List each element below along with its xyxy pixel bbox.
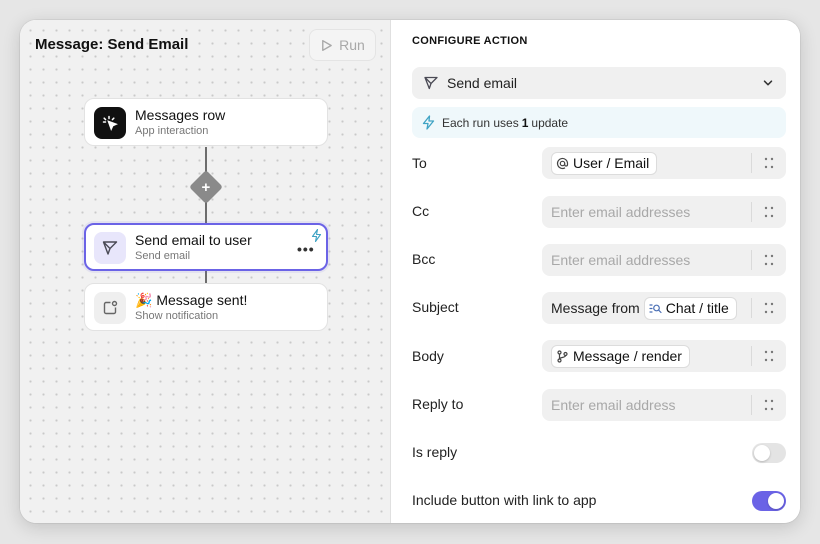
field-label-reply-to: Reply to	[412, 396, 464, 412]
cc-field[interactable]: Enter email addresses	[542, 196, 786, 228]
toggle-label-include-button: Include button with link to app	[412, 492, 597, 508]
usage-suffix: update	[531, 115, 569, 130]
search-list-icon	[649, 303, 662, 313]
subject-text: Message from	[551, 300, 640, 316]
run-button[interactable]: Run	[309, 29, 376, 61]
usage-info-bar: Each run uses 1 update	[412, 107, 786, 138]
include-button-toggle[interactable]	[752, 491, 786, 511]
drag-handle-icon[interactable]	[764, 302, 774, 314]
node-subtitle: Send email	[135, 250, 191, 262]
variable-pill[interactable]: Message / render	[551, 344, 690, 368]
page-title: Message: Send Email	[35, 36, 189, 53]
body-field[interactable]: Message / render	[542, 340, 786, 372]
usage-count: 1	[521, 115, 529, 130]
cc-placeholder: Enter email addresses	[551, 204, 691, 220]
workflow-canvas[interactable]: Message: Send Email Run + Messages row A…	[20, 20, 391, 523]
action-select-label: Send email	[447, 75, 518, 91]
reply-to-placeholder: Enter email address	[551, 397, 676, 413]
is-reply-toggle[interactable]	[752, 443, 786, 463]
node-subtitle: Show notification	[135, 310, 219, 322]
drag-handle-icon[interactable]	[764, 157, 774, 169]
to-field[interactable]: User / Email	[542, 147, 786, 179]
bolt-icon	[311, 229, 322, 242]
send-icon	[424, 76, 438, 90]
workflow-node-notification[interactable]: 🎉 Message sent! Show notification	[84, 283, 328, 331]
reply-to-field[interactable]: Enter email address	[542, 389, 786, 421]
subject-field[interactable]: Message from Chat / title	[542, 292, 786, 324]
variable-pill[interactable]: Chat / title	[643, 296, 737, 320]
node-subtitle: App interaction	[135, 125, 209, 137]
bolt-icon	[422, 115, 435, 130]
action-select[interactable]: Send email	[412, 67, 786, 99]
app-window: Message: Send Email Run + Messages row A…	[20, 20, 800, 523]
send-icon	[94, 232, 126, 264]
play-icon	[322, 39, 332, 51]
run-label: Run	[339, 37, 365, 53]
add-step-button[interactable]: +	[189, 170, 223, 204]
notification-icon	[94, 292, 126, 324]
workflow-node-send-email[interactable]: Send email to user Send email •••	[84, 223, 328, 271]
bcc-field[interactable]: Enter email addresses	[542, 244, 786, 276]
field-label-subject: Subject	[412, 299, 459, 315]
chevron-down-icon	[763, 80, 773, 86]
field-label-cc: Cc	[412, 203, 430, 219]
variable-pill[interactable]: User / Email	[551, 151, 658, 175]
more-options-button[interactable]: •••	[297, 241, 315, 257]
node-title: Send email to user	[135, 232, 252, 248]
node-title: Messages row	[135, 107, 226, 123]
at-icon	[556, 157, 569, 169]
drag-handle-icon[interactable]	[764, 399, 774, 411]
field-label-to: To	[412, 155, 427, 171]
drag-handle-icon[interactable]	[764, 206, 774, 218]
drag-handle-icon[interactable]	[764, 254, 774, 266]
node-title: 🎉 Message sent!	[135, 292, 248, 308]
toggle-label-is-reply: Is reply	[412, 444, 458, 460]
field-label-bcc: Bcc	[412, 251, 436, 267]
drag-handle-icon[interactable]	[764, 350, 774, 362]
field-label-body: Body	[412, 348, 444, 364]
cursor-click-icon	[94, 107, 126, 139]
branch-icon	[557, 349, 568, 363]
bcc-placeholder: Enter email addresses	[551, 252, 691, 268]
section-title: CONFIGURE ACTION	[412, 35, 528, 47]
workflow-node-trigger[interactable]: Messages row App interaction	[84, 98, 328, 146]
configure-panel: CONFIGURE ACTION Send email Each run use…	[392, 20, 800, 523]
usage-prefix: Each run uses	[442, 115, 519, 130]
connector-line	[205, 270, 207, 284]
